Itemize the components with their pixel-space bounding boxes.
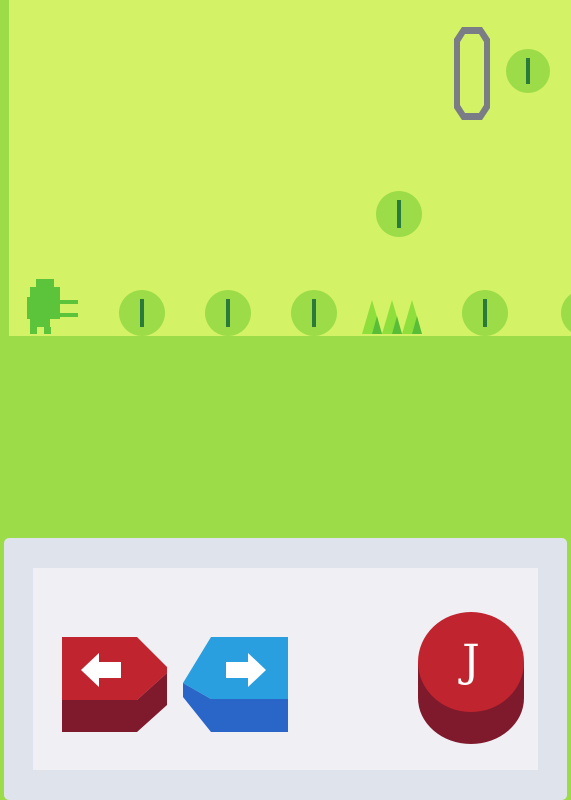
move-left-button[interactable] — [57, 635, 169, 735]
coin — [506, 49, 550, 93]
portal-icon — [454, 27, 490, 120]
jump-button-label: J — [462, 636, 480, 687]
coin — [561, 294, 571, 332]
coin — [462, 290, 508, 336]
coin — [119, 290, 165, 336]
jump-button[interactable]: J — [416, 610, 526, 750]
coin — [205, 290, 251, 336]
player-character — [27, 279, 78, 334]
spikes — [362, 300, 422, 334]
coin — [376, 191, 422, 237]
coin — [291, 290, 337, 336]
game-world — [27, 27, 571, 336]
move-right-button[interactable] — [181, 635, 291, 735]
